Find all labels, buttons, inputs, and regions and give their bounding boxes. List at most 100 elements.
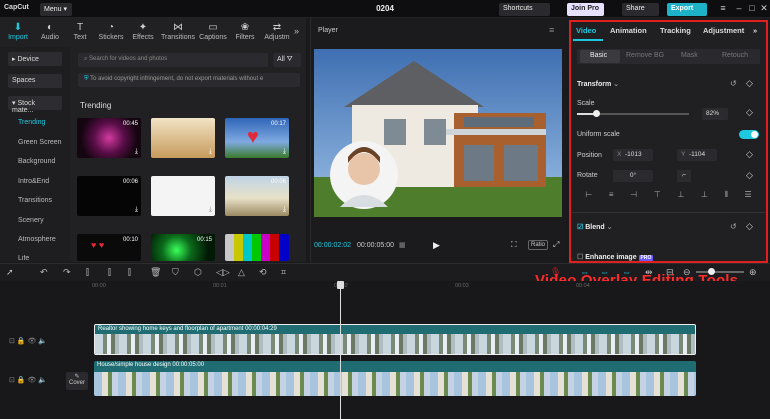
track-toggle-icon[interactable]: ⊡ <box>9 377 15 384</box>
scale-slider-knob[interactable] <box>593 110 601 117</box>
sidebar-item-device[interactable]: ▸ Device <box>8 52 62 66</box>
keyframe-diamond-icon[interactable]: ◇ <box>746 78 753 89</box>
tab-adjustment-inspector[interactable]: Adjustment <box>703 26 744 35</box>
checkbox-checked-icon[interactable]: ☑ <box>577 224 583 231</box>
rotate-flip-button[interactable]: ⌐ <box>677 170 691 182</box>
split-left-icon[interactable]: ⫿ <box>108 267 111 278</box>
blend-section[interactable]: ☑ Blend ⌄ <box>577 223 613 231</box>
media-thumb[interactable]: ⤓ <box>151 176 215 216</box>
media-thumb[interactable]: 00:17 ♥ ⤓ <box>225 118 289 158</box>
media-thumb[interactable]: ⤓ <box>151 118 215 158</box>
tab-stickers[interactable]: ◔ Stickers <box>95 22 127 41</box>
uniform-scale-toggle[interactable] <box>739 130 759 139</box>
tab-text[interactable]: T Text <box>64 22 96 41</box>
enhance-image-section[interactable]: ☐ Enhance image PRO <box>577 253 654 261</box>
align-bottom-icon[interactable]: ⊥ <box>701 190 708 202</box>
transform-section-title[interactable]: Transform ⌄ <box>577 80 619 88</box>
media-thumb[interactable]: 00:06 ⤓ <box>77 176 141 216</box>
search-input[interactable]: ⌕ Search for videos and photos <box>78 53 268 67</box>
split-right-icon[interactable]: ⫿ <box>128 267 131 278</box>
audio-icon[interactable]: 🔈 <box>38 338 47 345</box>
align-center-h-icon[interactable]: ≡ <box>609 190 614 202</box>
shortcuts-button[interactable]: Shortcuts <box>499 3 550 16</box>
download-icon[interactable]: ⤓ <box>283 206 286 214</box>
download-icon[interactable]: ⤓ <box>283 148 286 156</box>
align-right-icon[interactable]: ⊣ <box>630 190 637 202</box>
close-icon[interactable]: ✕ <box>757 3 770 15</box>
sidebar-item-background[interactable]: Background <box>18 158 55 165</box>
crop-icon[interactable]: ⌗ <box>281 267 286 278</box>
sidebar-item-transitions[interactable]: Transitions <box>18 197 52 204</box>
eye-icon[interactable]: 👁 <box>28 338 37 345</box>
tab-captions[interactable]: ▭ Captions <box>197 22 229 41</box>
keyframe-diamond-icon[interactable]: ◇ <box>746 107 753 118</box>
keyframe-diamond-icon[interactable]: ◇ <box>746 170 753 181</box>
split-icon[interactable]: ⫿ <box>86 267 89 278</box>
rotate-field[interactable]: 0° <box>613 170 653 182</box>
subtab-mask[interactable]: Mask <box>681 52 698 59</box>
scale-value[interactable]: 82% <box>702 108 728 120</box>
media-thumb[interactable]: 00:15 <box>151 234 215 261</box>
position-y-field[interactable]: Y -1104 <box>677 149 717 161</box>
undo-icon[interactable]: ↶ <box>40 267 48 278</box>
align-top-icon[interactable]: ⊤ <box>654 190 661 202</box>
tab-video[interactable]: Video <box>576 26 596 35</box>
cover-button[interactable]: ✎ Cover <box>66 372 88 390</box>
menu-lines-icon[interactable]: ≡ <box>716 3 730 15</box>
scale-slider[interactable] <box>577 110 689 117</box>
export-button[interactable]: Export <box>667 3 707 16</box>
freeze-icon[interactable]: ⬡ <box>194 267 202 278</box>
playhead[interactable] <box>340 283 341 419</box>
select-cursor-icon[interactable]: ➚ <box>6 267 14 278</box>
lock-icon[interactable]: 🔒 <box>17 338 26 345</box>
download-icon[interactable]: ⤓ <box>209 148 212 156</box>
download-icon[interactable]: ⤓ <box>209 206 212 214</box>
zoom-in-icon[interactable]: ⊕ <box>749 267 757 278</box>
sidebar-item-intro-end[interactable]: Intro&End <box>18 178 49 185</box>
tab-audio[interactable]: ◐ Audio <box>34 22 66 41</box>
sidebar-item-green-screen[interactable]: Green Screen <box>18 139 62 146</box>
subtab-basic[interactable]: Basic <box>590 52 607 59</box>
eye-icon[interactable]: 👁 <box>28 377 37 384</box>
redo-icon[interactable]: ↷ <box>63 267 71 278</box>
player-menu-icon[interactable]: ≡ <box>549 25 554 35</box>
fit-screen-icon[interactable]: ⛶ <box>511 240 517 250</box>
subtab-remove-bg[interactable]: Remove BG <box>626 52 664 59</box>
sidebar-item-stock[interactable]: ▾ Stock mate... <box>8 96 62 114</box>
sidebar-item-atmosphere[interactable]: Atmosphere <box>18 236 56 243</box>
reverse-icon[interactable]: ◁▷ <box>216 267 230 278</box>
sidebar-item-life[interactable]: Life <box>18 255 29 261</box>
track-toggle-icon[interactable]: ⊡ <box>9 338 15 345</box>
menu-button[interactable]: Menu ▾ <box>40 3 72 16</box>
tab-effects[interactable]: ✦ Effects <box>127 22 159 41</box>
delete-icon[interactable]: 🗑 <box>150 267 161 278</box>
main-clip[interactable]: House/simple house design 00:00:05:00 <box>94 361 696 396</box>
fullscreen-icon[interactable]: ⤢ <box>553 240 559 250</box>
more-tabs-icon[interactable]: » <box>294 26 299 36</box>
media-thumb[interactable]: 00:06 ⤓ <box>225 176 289 216</box>
marker-icon[interactable]: ⛉ <box>172 267 179 278</box>
tab-filters[interactable]: ❀ Filters <box>229 22 261 41</box>
media-thumb[interactable] <box>225 234 289 261</box>
distribute-v-icon[interactable]: ☰ <box>744 190 751 202</box>
join-pro-button[interactable]: Join Pro <box>567 3 604 16</box>
player-viewport[interactable] <box>314 49 562 217</box>
rotate-icon[interactable]: ⟲ <box>259 267 267 278</box>
minimize-icon[interactable]: – <box>732 3 746 15</box>
tab-adjustment[interactable]: ⇄ Adjustm <box>261 22 293 41</box>
position-x-field[interactable]: X -1013 <box>613 149 653 161</box>
keyframe-diamond-icon[interactable]: ◇ <box>746 221 753 232</box>
checkbox-icon[interactable]: ☐ <box>577 254 583 261</box>
subtab-retouch[interactable]: Retouch <box>722 52 748 59</box>
reset-icon[interactable]: ↺ <box>730 79 737 88</box>
sidebar-item-scenery[interactable]: Scenery <box>18 217 44 224</box>
tab-animation[interactable]: Animation <box>610 26 647 35</box>
tab-tracking[interactable]: Tracking <box>660 26 691 35</box>
audio-icon[interactable]: 🔈 <box>38 377 47 384</box>
time-ruler[interactable] <box>0 281 770 293</box>
download-icon[interactable]: ⤓ <box>135 206 138 214</box>
overlay-clip[interactable]: Realtor showing home keys and floorplan … <box>94 324 696 355</box>
sidebar-item-trending[interactable]: Trending <box>18 119 45 126</box>
media-thumb[interactable]: 00:10 ♥ ♥ <box>77 234 141 261</box>
align-center-v-icon[interactable]: ⊥ <box>677 190 684 202</box>
